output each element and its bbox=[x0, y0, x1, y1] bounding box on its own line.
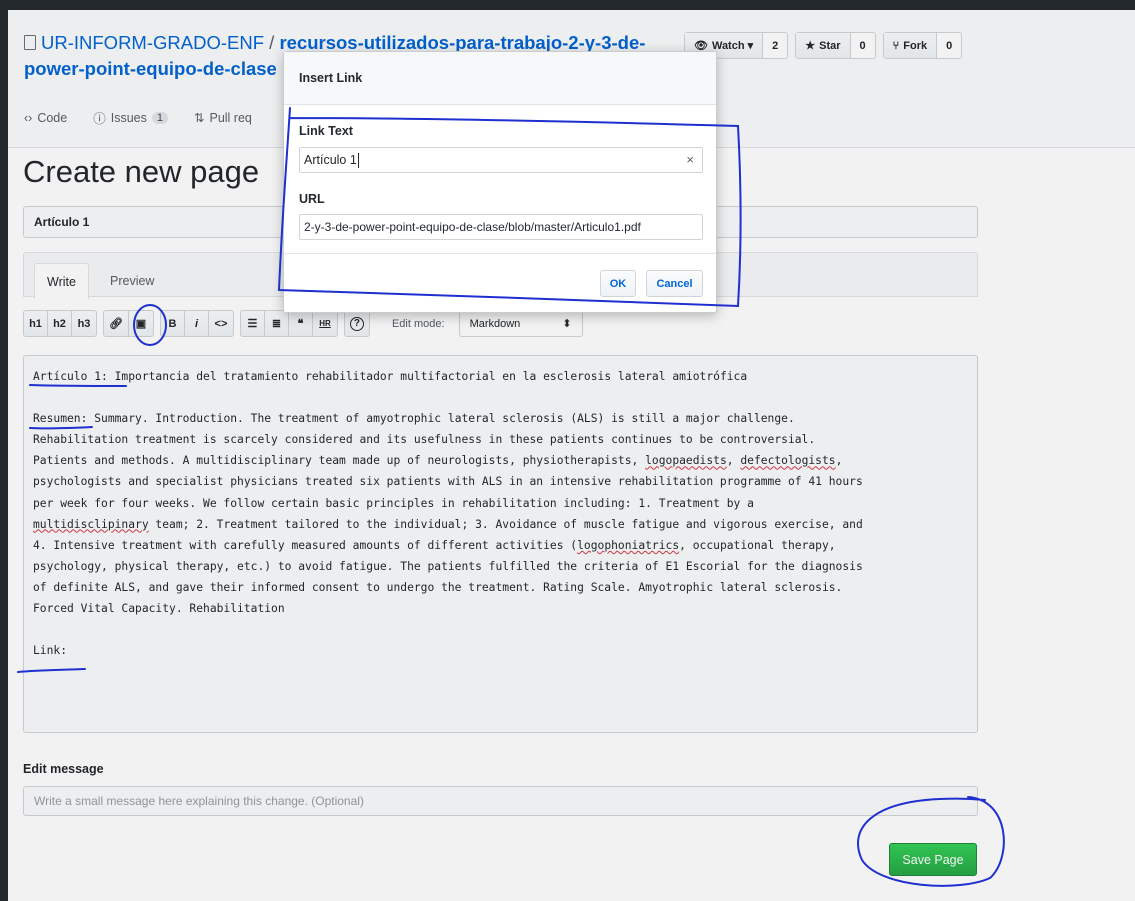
select-arrows-icon: ⬍ bbox=[562, 318, 572, 330]
format-tools: B i <> bbox=[159, 310, 234, 337]
pull-request-icon: ⇅ bbox=[194, 111, 205, 125]
misspelled-word: logopaedists bbox=[645, 454, 727, 468]
help-button[interactable]: ? bbox=[345, 311, 369, 336]
issues-count-badge: 1 bbox=[151, 111, 168, 124]
issue-icon: ⓘ bbox=[93, 112, 106, 126]
heading-tools: h1 h2 h3 bbox=[23, 310, 97, 337]
tab-pull-requests[interactable]: ⇅ Pull req bbox=[194, 108, 252, 127]
help-icon: ? bbox=[349, 316, 364, 331]
image-icon: ▣ bbox=[135, 318, 147, 330]
ordered-list-button[interactable]: ≣ bbox=[265, 311, 289, 336]
editor-toolbar: h1 h2 h3 🔗︎ ▣ B i <> ☰ ≣ ❝ HR ? Edit mod… bbox=[23, 310, 583, 337]
save-page-button[interactable]: Save Page bbox=[889, 843, 977, 876]
code-icon: ‹› bbox=[24, 110, 33, 125]
edit-mode-select[interactable]: Markdown ⬍ bbox=[458, 310, 583, 337]
repo-actions: 👁 Watch ▾ 2 ★ Star 0 ⑂ Fork 0 bbox=[684, 32, 963, 59]
wiki-content-textarea[interactable]: Artículo 1: Importancia del tratamiento … bbox=[23, 355, 978, 733]
unordered-list-icon: ☰ bbox=[247, 318, 258, 330]
star-icon: ★ bbox=[805, 40, 816, 52]
repo-nav: ‹› Code ⓘ Issues 1 ⇅ Pull req bbox=[24, 108, 252, 127]
italic-button[interactable]: i bbox=[185, 311, 209, 336]
edit-message-input[interactable]: Write a small message here explaining th… bbox=[23, 786, 978, 816]
star-button[interactable]: ★ Star bbox=[796, 33, 851, 58]
block-tools: ☰ ≣ ❝ HR bbox=[239, 310, 338, 337]
help-tools: ? bbox=[343, 310, 370, 337]
link-text-input[interactable]: Artículo 1 × bbox=[299, 147, 703, 173]
repo-book-icon bbox=[24, 35, 36, 50]
misspelled-word: logophoniatrics bbox=[577, 538, 680, 552]
star-group: ★ Star 0 bbox=[795, 32, 876, 59]
link-button[interactable]: 🔗︎ bbox=[104, 311, 129, 336]
fork-count[interactable]: 0 bbox=[937, 33, 961, 58]
cancel-button[interactable]: Cancel bbox=[646, 270, 703, 297]
misspelled-word: multidisclipinary bbox=[33, 517, 149, 531]
watch-count[interactable]: 2 bbox=[763, 33, 787, 58]
edit-mode-label: Edit mode: bbox=[391, 317, 445, 330]
quote-button[interactable]: ❝ bbox=[289, 311, 313, 336]
link-label: Link: bbox=[33, 644, 68, 658]
insert-link-dialog: Insert Link Link Text Artículo 1 × URL 2-… bbox=[283, 51, 717, 313]
tab-issues[interactable]: ⓘ Issues 1 bbox=[93, 108, 168, 127]
window-top-edge bbox=[0, 0, 1135, 10]
h3-button[interactable]: h3 bbox=[72, 311, 96, 336]
text-caret bbox=[357, 152, 359, 168]
dialog-footer-divider bbox=[284, 253, 716, 254]
link-text-label: Link Text bbox=[299, 124, 353, 138]
h2-button[interactable]: h2 bbox=[48, 311, 72, 336]
fork-button[interactable]: ⑂ Fork bbox=[883, 33, 938, 58]
h1-button[interactable]: h1 bbox=[24, 311, 48, 336]
repo-separator: / bbox=[269, 32, 275, 53]
ordered-list-icon: ≣ bbox=[271, 318, 282, 330]
page-title: Create new page bbox=[23, 154, 260, 189]
tab-write[interactable]: Write bbox=[34, 263, 89, 299]
url-label: URL bbox=[299, 192, 325, 206]
resumen-label: Resumen: bbox=[33, 412, 88, 426]
insert-tools: 🔗︎ ▣ bbox=[103, 310, 154, 337]
tab-preview[interactable]: Preview bbox=[98, 263, 166, 299]
bold-button[interactable]: B bbox=[161, 311, 185, 336]
edit-message-label: Edit message bbox=[23, 762, 104, 776]
repo-owner-link[interactable]: UR-INFORM-GRADO-ENF bbox=[41, 32, 264, 53]
image-button[interactable]: ▣ bbox=[129, 311, 153, 336]
link-icon: 🔗︎ bbox=[109, 318, 123, 330]
article-label: Artículo 1: bbox=[33, 370, 108, 383]
misspelled-word: defectologists bbox=[740, 454, 836, 468]
fork-icon: ⑂ bbox=[892, 39, 900, 52]
tab-code[interactable]: ‹› Code bbox=[24, 108, 67, 127]
fork-group: ⑂ Fork 0 bbox=[882, 32, 963, 59]
clear-icon[interactable]: × bbox=[686, 152, 694, 167]
dialog-title: Insert Link bbox=[284, 52, 716, 105]
star-count[interactable]: 0 bbox=[851, 33, 875, 58]
hr-button[interactable]: HR bbox=[313, 311, 337, 336]
ok-button[interactable]: OK bbox=[600, 270, 636, 297]
unordered-list-button[interactable]: ☰ bbox=[241, 311, 265, 336]
code-button[interactable]: <> bbox=[209, 311, 233, 336]
window-left-edge bbox=[0, 0, 8, 901]
url-input[interactable]: 2-y-3-de-power-point-equipo-de-clase/blo… bbox=[299, 214, 703, 240]
